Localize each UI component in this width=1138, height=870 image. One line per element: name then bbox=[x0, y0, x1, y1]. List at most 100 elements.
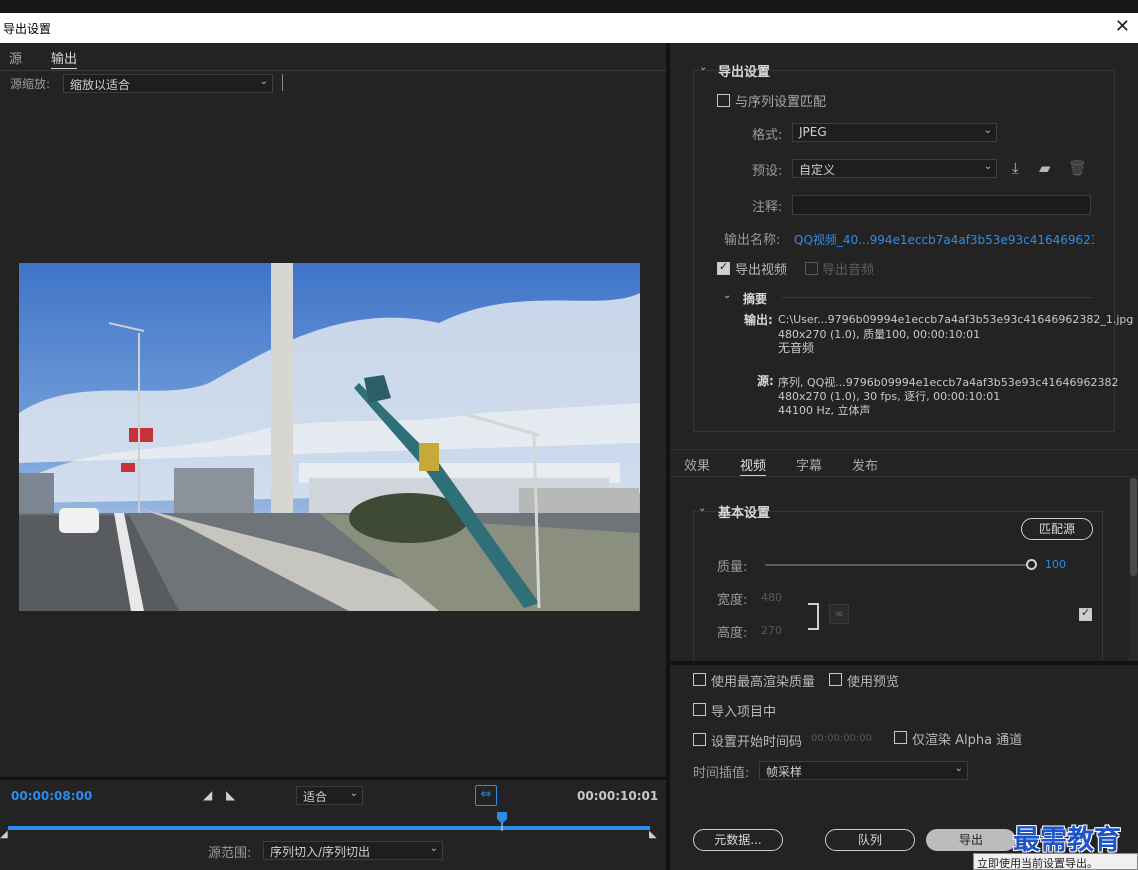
preset-value: 自定义 bbox=[799, 163, 836, 177]
chevron-down-icon: ⌄ bbox=[349, 788, 358, 799]
playhead-marker bbox=[497, 812, 508, 831]
alpha-only-label: 仅渲染 Alpha 通道 bbox=[912, 733, 1023, 748]
video-preview bbox=[19, 263, 640, 611]
in-point-marker[interactable]: ◢ bbox=[0, 829, 8, 840]
fit-value: 适合 bbox=[303, 790, 328, 804]
match-source-button[interactable]: 匹配源 bbox=[1021, 518, 1093, 540]
metadata-button[interactable]: 元数据... bbox=[693, 829, 783, 851]
height-label: 高度: bbox=[717, 626, 748, 641]
preview-frame-image bbox=[19, 263, 640, 611]
export-button[interactable]: 导出 bbox=[926, 829, 1016, 851]
playhead-handle[interactable] bbox=[496, 811, 508, 834]
save-preset-icon[interactable]: ⤓ bbox=[1012, 159, 1019, 177]
preset-label: 预设: bbox=[752, 164, 783, 179]
output-name-link[interactable]: QQ视频_40...994e1eccb7a4af3b53e93c41646962… bbox=[794, 231, 1094, 248]
scrollbar-thumb[interactable] bbox=[1130, 478, 1137, 576]
options-divider bbox=[670, 661, 1138, 665]
export-video-checkbox[interactable] bbox=[717, 260, 730, 275]
time-interpolation-label: 时间插值: bbox=[693, 766, 750, 781]
output-name-label: 输出名称: bbox=[724, 233, 781, 248]
chevron-down-icon: ⌄ bbox=[983, 125, 992, 136]
close-icon[interactable]: ✕ bbox=[1115, 16, 1130, 37]
tab-video[interactable]: 视频 bbox=[740, 455, 767, 476]
watermark-logo: 最需教育 bbox=[1013, 825, 1121, 856]
settings-scrollbar[interactable] bbox=[1129, 478, 1138, 663]
export-audio-label: 导出音频 bbox=[822, 263, 875, 278]
out-point-marker[interactable]: ◣ bbox=[649, 829, 657, 840]
tab-output[interactable]: 输出 bbox=[51, 48, 78, 69]
delete-preset-icon[interactable]: 🗑 bbox=[1068, 159, 1087, 177]
fit-dropdown[interactable]: 适合 ⌄ bbox=[296, 786, 363, 805]
quality-slider-track[interactable] bbox=[765, 564, 1031, 566]
set-start-timecode-checkbox[interactable] bbox=[693, 733, 706, 746]
top-strip bbox=[0, 0, 1138, 13]
set-out-point-icon[interactable]: ◣ bbox=[226, 788, 235, 802]
format-dropdown[interactable]: JPEG ⌄ bbox=[792, 123, 997, 142]
summary-output-line: C:\User...9796b09994e1eccb7a4af3b53e93c4… bbox=[778, 313, 1134, 326]
summary-title: 摘要 bbox=[743, 292, 768, 306]
quality-label: 质量: bbox=[717, 560, 748, 575]
import-preset-icon[interactable]: ▰ bbox=[1039, 159, 1051, 177]
timeline-range-bar[interactable] bbox=[8, 826, 650, 830]
format-value: JPEG bbox=[799, 125, 827, 139]
tab-captions[interactable]: 字幕 bbox=[796, 455, 822, 474]
preset-dropdown[interactable]: 自定义 ⌄ bbox=[792, 159, 997, 178]
use-preview-checkbox[interactable] bbox=[829, 673, 842, 686]
width-label: 宽度: bbox=[717, 593, 748, 608]
chevron-down-icon[interactable]: ⌄ bbox=[698, 503, 706, 514]
alpha-only-checkbox[interactable] bbox=[894, 731, 907, 744]
match-sequence-checkbox[interactable] bbox=[717, 94, 730, 107]
max-render-label: 使用最高渲染质量 bbox=[711, 675, 816, 690]
size-match-checkbox[interactable] bbox=[1079, 606, 1092, 621]
summary-output-label: 输出: bbox=[744, 313, 773, 327]
set-in-point-icon[interactable]: ◢ bbox=[203, 788, 212, 802]
summary-rule bbox=[782, 297, 1092, 298]
match-sequence-label: 与序列设置匹配 bbox=[735, 95, 827, 110]
export-audio-checkbox[interactable] bbox=[805, 262, 818, 275]
window-title: 导出设置 bbox=[3, 22, 52, 36]
settings-tab-bar: 效果 视频 字幕 发布 bbox=[670, 449, 1138, 477]
quality-value[interactable]: 100 bbox=[1045, 558, 1066, 571]
start-timecode-value[interactable]: 00:00:00:00 bbox=[811, 733, 872, 744]
source-range-value: 序列切入/序列切出 bbox=[270, 845, 371, 859]
time-interpolation-value: 帧采样 bbox=[766, 765, 803, 779]
chevron-down-icon[interactable]: ⌄ bbox=[699, 62, 707, 73]
tab-effects[interactable]: 效果 bbox=[684, 455, 710, 474]
set-start-timecode-label: 设置开始时间码 bbox=[711, 735, 803, 750]
source-range-label: 源范围: bbox=[208, 846, 252, 861]
quality-slider-thumb[interactable] bbox=[1026, 559, 1037, 570]
export-tooltip: 立即使用当前设置导出。 bbox=[973, 853, 1138, 870]
link-bracket bbox=[808, 603, 819, 630]
comment-input[interactable] bbox=[792, 195, 1091, 215]
summary-source-line: 44100 Hz, 立体声 bbox=[778, 404, 871, 417]
chevron-down-icon[interactable]: ⌄ bbox=[723, 290, 731, 301]
chain-link-icon[interactable]: ∞ bbox=[829, 604, 849, 624]
source-zoom-value: 缩放以适合 bbox=[70, 78, 131, 92]
tab-publish[interactable]: 发布 bbox=[852, 455, 878, 474]
time-interpolation-dropdown[interactable]: 帧采样 ⌄ bbox=[759, 761, 968, 780]
basic-settings-title: 基本设置 bbox=[718, 506, 771, 521]
title-bar: 导出设置 ✕ bbox=[0, 13, 1138, 43]
left-tab-bar: 源 输出 bbox=[0, 43, 666, 71]
source-zoom-dropdown[interactable]: 缩放以适合 ⌄ bbox=[63, 74, 273, 93]
comment-label: 注释: bbox=[752, 200, 783, 215]
chevron-down-icon: ⌄ bbox=[429, 843, 438, 854]
summary-output-line: 无音频 bbox=[778, 341, 815, 355]
format-label: 格式: bbox=[752, 128, 783, 143]
import-project-label: 导入项目中 bbox=[711, 705, 777, 720]
height-value[interactable]: 270 bbox=[761, 624, 782, 637]
tab-source[interactable]: 源 bbox=[9, 48, 22, 67]
current-time[interactable]: 00:00:08:00 bbox=[11, 789, 92, 803]
chevron-down-icon: ⌄ bbox=[983, 161, 992, 172]
source-zoom-label: 源缩放: bbox=[10, 77, 51, 91]
queue-button[interactable]: 队列 bbox=[825, 829, 915, 851]
source-range-dropdown[interactable]: 序列切入/序列切出 ⌄ bbox=[263, 841, 443, 860]
width-value[interactable]: 480 bbox=[761, 591, 782, 604]
import-project-checkbox[interactable] bbox=[693, 703, 706, 716]
max-render-checkbox[interactable] bbox=[693, 673, 706, 686]
crop-output-icon[interactable]: ⇔ bbox=[475, 785, 497, 806]
cursor-divider bbox=[282, 74, 283, 91]
end-time: 00:00:10:01 bbox=[577, 789, 659, 803]
chevron-down-icon: ⌄ bbox=[954, 763, 963, 774]
export-video-label: 导出视频 bbox=[735, 263, 788, 278]
